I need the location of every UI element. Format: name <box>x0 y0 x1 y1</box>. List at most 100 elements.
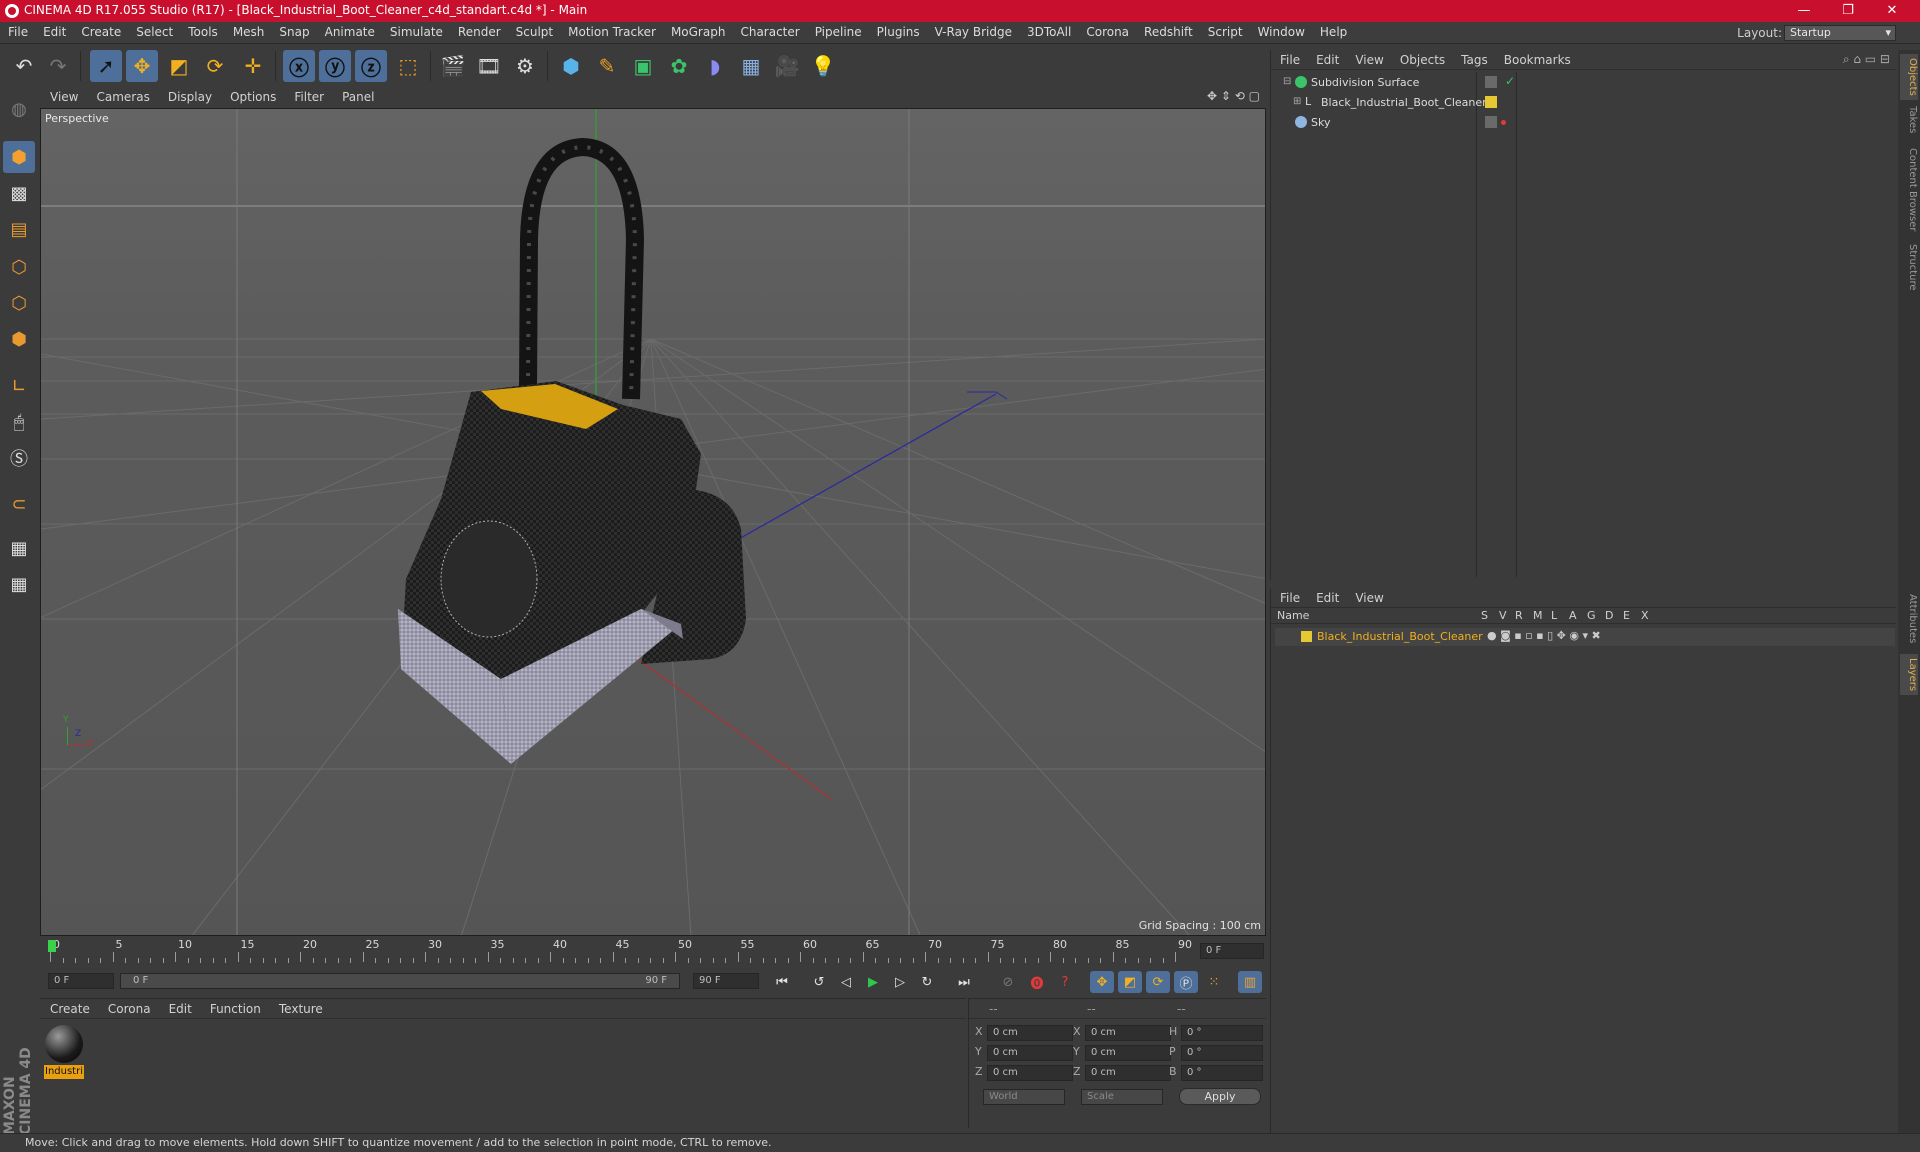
x-axis-icon[interactable]: ⓧ <box>283 50 315 82</box>
pen-spline-icon[interactable]: ✎ <box>591 50 623 82</box>
polygons-mode-icon[interactable]: ⬢ <box>3 323 35 355</box>
points-mode-icon[interactable]: ⬡ <box>3 251 35 283</box>
material-menu-function[interactable]: Function <box>200 999 269 1016</box>
coord-rotation-field[interactable]: 0 ° <box>1181 1025 1263 1041</box>
enable-snap-icon[interactable]: ⊂ <box>3 488 35 520</box>
coord-size-field[interactable]: 0 cm <box>1085 1025 1171 1041</box>
layer-col-flag[interactable]: L <box>1551 609 1557 622</box>
menu-redshift[interactable]: Redshift <box>1136 22 1200 44</box>
menu-mograph[interactable]: MoGraph <box>663 22 733 44</box>
object-row-sky[interactable]: Sky <box>1275 114 1745 133</box>
tab-content-browser[interactable]: Content Browser <box>1900 144 1918 235</box>
viewport-menu-display[interactable]: Display <box>158 87 220 104</box>
objmgr-menu-bookmarks[interactable]: Bookmarks <box>1495 50 1578 67</box>
tab-attributes[interactable]: Attributes <box>1900 590 1918 647</box>
layer-col-flag[interactable]: M <box>1533 609 1543 622</box>
3d-viewport[interactable]: Perspective Grid Spacing : 100 cm Y Z X <box>40 108 1266 936</box>
menu-file[interactable]: File <box>0 22 35 44</box>
timeline-window-icon[interactable]: ▥ <box>1238 971 1262 993</box>
menu-simulate[interactable]: Simulate <box>382 22 450 44</box>
close-button[interactable]: ✕ <box>1870 0 1914 22</box>
layermgr-menu-edit[interactable]: Edit <box>1307 588 1346 605</box>
texture-mode-icon[interactable]: ▩ <box>3 177 35 209</box>
layer-color-icon[interactable] <box>1485 96 1497 108</box>
menu-plugins[interactable]: Plugins <box>869 22 927 44</box>
floor-icon[interactable]: ▦ <box>735 50 767 82</box>
material-menu-corona[interactable]: Corona <box>98 999 159 1016</box>
coordinate-system-icon[interactable]: ⬚ <box>392 50 424 82</box>
layout-dropdown[interactable]: Startup <box>1784 25 1896 41</box>
coord-size-field[interactable]: 0 cm <box>1085 1065 1171 1081</box>
playhead[interactable] <box>48 940 56 952</box>
objmgr-search-icon[interactable]: ⌕ ⌂ ▭ ⊟ <box>1843 52 1890 67</box>
coord-world-dropdown[interactable]: World <box>983 1089 1065 1105</box>
cloner-icon[interactable]: ✿ <box>663 50 695 82</box>
start-frame-field[interactable]: 0 F <box>48 973 114 989</box>
layer-col-flag[interactable]: S <box>1481 609 1488 622</box>
viewport-menu-view[interactable]: View <box>40 87 86 104</box>
object-row-boot-cleaner[interactable]: ⊞ L Black_Industrial_Boot_Cleaner <box>1275 94 1745 113</box>
live-select-icon[interactable]: ➚ <box>90 50 122 82</box>
menu-select[interactable]: Select <box>128 22 180 44</box>
layer-col-flag[interactable]: A <box>1569 609 1577 622</box>
menu-help[interactable]: Help <box>1312 22 1354 44</box>
scale-icon[interactable]: ◩ <box>163 50 195 82</box>
layermgr-menu-view[interactable]: View <box>1346 588 1390 605</box>
recent-tool-icon[interactable]: ✛ <box>237 50 269 82</box>
previous-frame-icon[interactable]: ◁ <box>834 971 858 993</box>
viewport-menu-filter[interactable]: Filter <box>284 87 332 104</box>
auto-keying-icon[interactable]: ⓿ <box>1025 971 1049 993</box>
render-picture-viewer-icon[interactable]: 🎞 <box>473 50 505 82</box>
viewport-nav-icons[interactable]: ✥ ⇕ ⟲ ▢ <box>1207 89 1260 103</box>
layer-col-flag[interactable]: E <box>1623 609 1630 622</box>
scale-key-icon[interactable]: ◩ <box>1118 971 1142 993</box>
coord-position-field[interactable]: 0 cm <box>987 1025 1073 1041</box>
workplane-mode-icon[interactable]: ▤ <box>3 213 35 245</box>
menu-motion-tracker[interactable]: Motion Tracker <box>560 22 663 44</box>
objmgr-menu-edit[interactable]: Edit <box>1307 50 1346 67</box>
layer-col-flag[interactable]: G <box>1587 609 1596 622</box>
locked-workplane-icon[interactable]: ▦ <box>3 532 35 564</box>
render-off-dot[interactable] <box>1501 120 1506 125</box>
coord-position-field[interactable]: 0 cm <box>987 1065 1073 1081</box>
y-axis-icon[interactable]: ⓨ <box>319 50 351 82</box>
objmgr-menu-file[interactable]: File <box>1271 50 1307 67</box>
layer-col-flag[interactable]: R <box>1515 609 1523 622</box>
parameter-key-icon[interactable]: Ⓟ <box>1174 971 1198 993</box>
coord-rotation-field[interactable]: 0 ° <box>1181 1065 1263 1081</box>
coord-rotation-field[interactable]: 0 ° <box>1181 1045 1263 1061</box>
coord-scale-dropdown[interactable]: Scale <box>1081 1089 1163 1105</box>
axis-mode-icon[interactable]: ∟ <box>3 370 35 402</box>
play-icon[interactable]: ▶ <box>861 971 885 993</box>
next-frame-icon[interactable]: ▷ <box>888 971 912 993</box>
menu-render[interactable]: Render <box>450 22 508 44</box>
layer-col-name[interactable]: Name <box>1277 609 1309 622</box>
z-axis-icon[interactable]: ⓩ <box>355 50 387 82</box>
undo-icon[interactable]: ↶ <box>8 50 40 82</box>
viewport-menu-options[interactable]: Options <box>220 87 284 104</box>
enabled-check-icon[interactable]: ✓ <box>1505 74 1515 88</box>
menu-3dtoall[interactable]: 3DToAll <box>1019 22 1078 44</box>
menu-window[interactable]: Window <box>1250 22 1312 44</box>
go-to-end-icon[interactable]: ⏭ <box>952 971 976 993</box>
planar-workplane-icon[interactable]: ▦ <box>3 568 35 600</box>
menu-create[interactable]: Create <box>73 22 128 44</box>
layer-tag-icon[interactable] <box>1485 116 1497 128</box>
object-row-subdivision[interactable]: ⊟ Subdivision Surface ✓ <box>1275 74 1745 93</box>
position-key-icon[interactable]: ✥ <box>1090 971 1114 993</box>
menu-mesh[interactable]: Mesh <box>225 22 272 44</box>
layer-col-flag[interactable]: X <box>1641 609 1649 622</box>
rotate-icon[interactable]: ⟳ <box>199 50 231 82</box>
layer-row[interactable]: Black_Industrial_Boot_Cleaner ● ◙ ▪ ▫ ▪ … <box>1275 628 1895 646</box>
coord-position-field[interactable]: 0 cm <box>987 1045 1073 1061</box>
point-level-icon[interactable]: ⁙ <box>1202 971 1226 993</box>
coord-size-field[interactable]: 0 cm <box>1085 1045 1171 1061</box>
viewport-menu-panel[interactable]: Panel <box>332 87 382 104</box>
material-menu-create[interactable]: Create <box>40 999 98 1016</box>
timeline-ruler[interactable]: 0 5 10 15 20 25 30 35 40 45 50 55 60 65 70 75 80 85 90 0 F <box>40 938 1266 968</box>
layer-col-flag[interactable]: V <box>1499 609 1507 622</box>
edit-render-settings-icon[interactable]: ⚙ <box>509 50 541 82</box>
tab-takes[interactable]: Takes <box>1900 102 1918 137</box>
rotation-key-icon[interactable]: ⟳ <box>1146 971 1170 993</box>
tab-objects[interactable]: Objects <box>1900 54 1918 100</box>
